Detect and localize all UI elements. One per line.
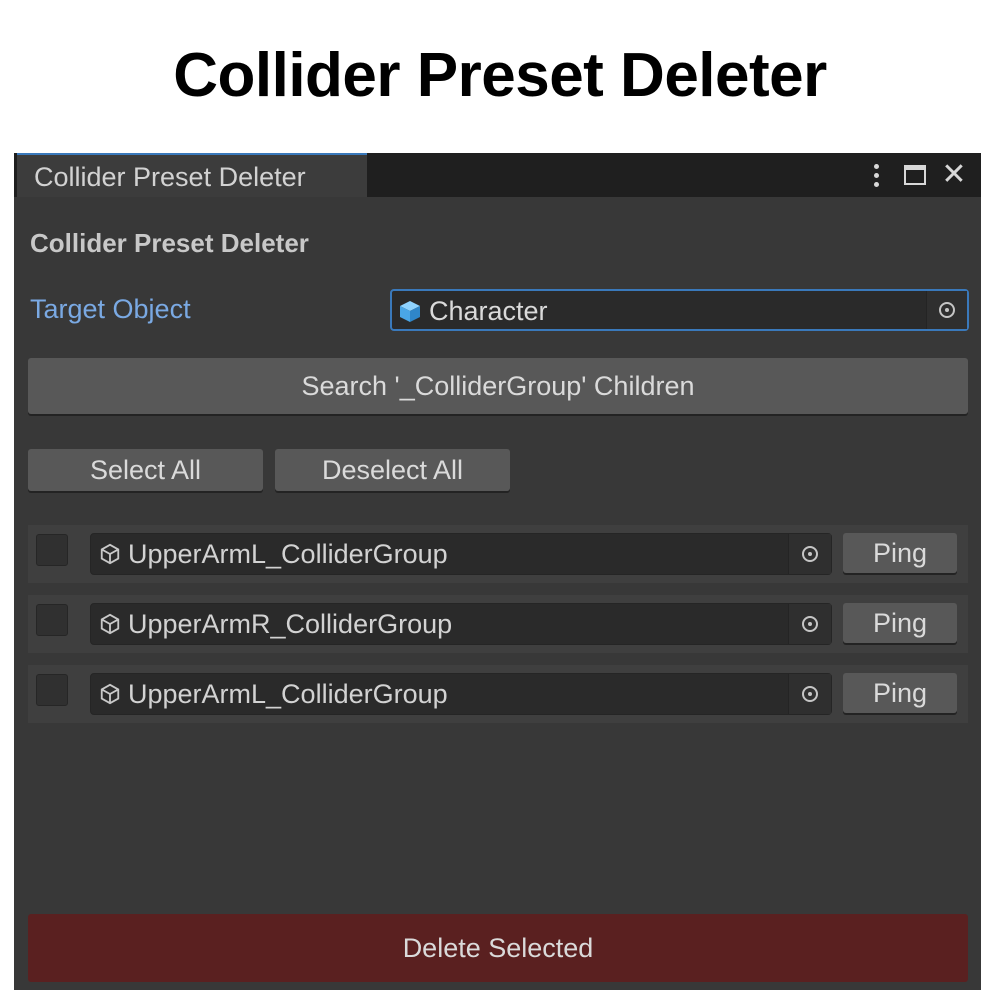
object-name: UpperArmL_ColliderGroup [128, 539, 448, 569]
target-picker-icon [802, 546, 818, 562]
row-checkbox[interactable] [36, 674, 68, 706]
close-icon[interactable]: ✕ [941, 160, 967, 190]
object-field[interactable]: UpperArmL_ColliderGroup [90, 673, 832, 715]
row-checkbox[interactable] [36, 604, 68, 636]
object-name: UpperArmR_ColliderGroup [128, 609, 453, 639]
target-object-field[interactable]: Character [390, 289, 969, 331]
ping-button[interactable]: Ping [843, 533, 957, 573]
target-picker-icon [802, 616, 818, 632]
window-tab[interactable]: Collider Preset Deleter [17, 153, 367, 197]
object-picker-button[interactable] [788, 674, 831, 714]
target-picker-icon [802, 686, 818, 702]
object-name: UpperArmL_ColliderGroup [128, 679, 448, 709]
target-object-value: Character [429, 296, 548, 326]
target-picker-icon [939, 302, 955, 318]
panel-heading: Collider Preset Deleter [30, 228, 309, 258]
search-children-button[interactable]: Search '_ColliderGroup' Children [28, 358, 968, 414]
maximize-icon[interactable] [902, 160, 928, 190]
object-picker-button[interactable] [926, 291, 967, 329]
target-object-label: Target Object [30, 294, 191, 324]
deselect-all-button[interactable]: Deselect All [275, 449, 510, 491]
list-item: UpperArmL_ColliderGroup Ping [28, 525, 968, 583]
object-picker-button[interactable] [788, 604, 831, 644]
gameobject-icon [100, 613, 120, 635]
list-item: UpperArmL_ColliderGroup Ping [28, 665, 968, 723]
select-all-button[interactable]: Select All [28, 449, 263, 491]
more-vert-icon[interactable] [863, 160, 889, 190]
cube-icon [400, 301, 420, 322]
row-checkbox[interactable] [36, 534, 68, 566]
window-tab-bar: Collider Preset Deleter ✕ [14, 153, 981, 197]
list-item: UpperArmR_ColliderGroup Ping [28, 595, 968, 653]
editor-window: Collider Preset Deleter ✕ Collider Prese… [14, 153, 981, 990]
gameobject-icon [100, 543, 120, 565]
object-picker-button[interactable] [788, 534, 831, 574]
delete-selected-button[interactable]: Delete Selected [28, 914, 968, 982]
object-field[interactable]: UpperArmL_ColliderGroup [90, 533, 832, 575]
object-field[interactable]: UpperArmR_ColliderGroup [90, 603, 832, 645]
ping-button[interactable]: Ping [843, 673, 957, 713]
ping-button[interactable]: Ping [843, 603, 957, 643]
banner-title: Collider Preset Deleter [173, 41, 827, 110]
window-controls: ✕ [863, 159, 967, 191]
gameobject-icon [100, 683, 120, 705]
results-list: UpperArmL_ColliderGroup Ping UpperArmR_C… [28, 525, 968, 735]
